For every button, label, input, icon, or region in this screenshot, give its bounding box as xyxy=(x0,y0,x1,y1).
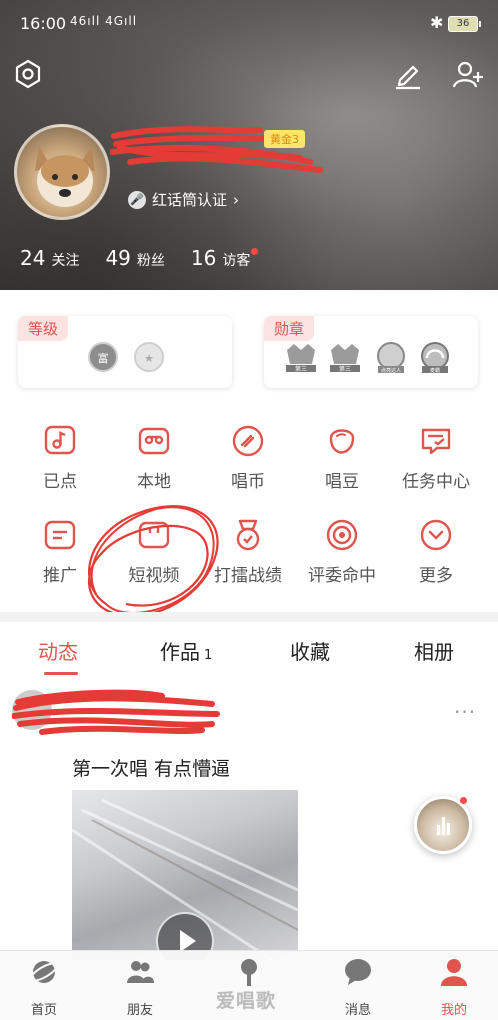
player-dot xyxy=(460,797,467,804)
stat-label: 关注 xyxy=(51,253,80,269)
tab-feed[interactable]: 动态 xyxy=(38,636,78,665)
grid-item-coin[interactable]: 唱币 xyxy=(200,424,296,492)
app-watermark: 爱唱歌 xyxy=(216,990,277,1012)
message-icon xyxy=(345,959,371,985)
medal-card[interactable]: 勋章 第三 第三 点亮达人 麦霸 xyxy=(264,316,478,388)
cassette-icon xyxy=(138,427,170,455)
floating-player-button[interactable] xyxy=(414,796,472,854)
stat-label: 粉丝 xyxy=(136,253,165,269)
nav-item-messages[interactable]: 消息 xyxy=(318,957,398,1018)
more-options-icon[interactable]: ··· xyxy=(454,700,476,724)
nav-item-friends[interactable]: 朋友 xyxy=(100,957,180,1018)
bluetooth-icon: ✱ xyxy=(430,13,444,32)
tab-works[interactable]: 作品 1 xyxy=(160,636,212,665)
nav-item-profile[interactable]: 我的 xyxy=(414,957,494,1018)
medal-text: 第三 xyxy=(295,365,307,373)
section-divider xyxy=(0,612,498,622)
tab-album[interactable]: 相册 xyxy=(414,636,454,665)
active-tab-indicator xyxy=(44,672,78,675)
grid-item-task-center[interactable]: 任务中心 xyxy=(388,424,484,492)
level-card[interactable]: 等级 富 ★ xyxy=(18,316,232,388)
feed-video-thumbnail[interactable] xyxy=(72,790,298,960)
planet-icon xyxy=(29,961,59,983)
stat-following[interactable]: 24 关注 xyxy=(20,246,79,270)
edit-icon[interactable] xyxy=(392,58,424,90)
signal-icon: 46ıll 4Gıll xyxy=(70,14,138,28)
settings-icon[interactable] xyxy=(12,58,44,90)
grid-label: 任务中心 xyxy=(402,472,470,492)
light-medal-icon: 点亮达人 xyxy=(377,342,405,374)
microphone-badge-icon: 🎤 xyxy=(128,190,146,209)
target-icon xyxy=(326,519,358,551)
chevron-down-icon xyxy=(420,519,452,551)
microphone-icon xyxy=(241,959,257,986)
level-tag: 等级 xyxy=(18,316,69,341)
friends-icon xyxy=(127,961,154,983)
profile-stats: 24 关注 49 粉丝 16 访客 xyxy=(20,246,259,270)
profile-icon xyxy=(441,959,467,986)
crown-medal-icon: 第三 xyxy=(330,344,360,373)
status-bar: 16:00 46ıll 4Gıll ✱ 36 xyxy=(0,0,498,48)
nav-label: 首页 xyxy=(30,1003,57,1018)
grid-item-local[interactable]: 本地 xyxy=(106,424,202,492)
coin-icon xyxy=(232,425,264,457)
chevron-right-icon: › xyxy=(233,190,240,209)
dog-photo xyxy=(35,145,95,207)
medal-tag: 勋章 xyxy=(264,316,315,341)
medal-text: 麦霸 xyxy=(430,367,440,374)
wealth-badge-icon: 富 xyxy=(88,342,118,372)
equalizer-icon xyxy=(437,817,451,835)
grid-label: 评委命中 xyxy=(308,566,376,586)
grid-item-judge-hit[interactable]: 评委命中 xyxy=(294,518,390,586)
feed-post-text: 第一次唱 有点懵逼 xyxy=(72,758,231,780)
certification-link[interactable]: 🎤 红话筒认证 › xyxy=(128,189,239,210)
grid-item-played[interactable]: 已点 xyxy=(12,424,108,492)
tab-label: 作品 xyxy=(160,640,200,664)
grid-label: 本地 xyxy=(137,472,171,492)
grid-item-more[interactable]: 更多 xyxy=(388,518,484,586)
stat-number: 49 xyxy=(105,246,131,270)
crown-medal-icon: 第三 xyxy=(286,344,316,373)
medal-icon xyxy=(236,519,260,551)
nav-label: 朋友 xyxy=(126,1003,153,1018)
nav-item-home[interactable]: 首页 xyxy=(4,957,84,1018)
nav-label: 消息 xyxy=(344,1003,371,1018)
add-friend-icon[interactable] xyxy=(452,58,484,90)
tab-count: 1 xyxy=(204,648,213,663)
status-time: 16:00 xyxy=(20,14,67,33)
vip-badge: 黄金3 xyxy=(264,130,305,148)
redacted-feed-user xyxy=(12,689,220,735)
medal-text: 第三 xyxy=(339,365,351,373)
nav-label: 我的 xyxy=(440,1003,467,1018)
bean-icon xyxy=(329,429,355,454)
tab-favorites[interactable]: 收藏 xyxy=(290,636,330,665)
stat-followers[interactable]: 49 粉丝 xyxy=(105,246,164,270)
stat-visitors[interactable]: 16 访客 xyxy=(190,246,259,270)
certification-label: 红话筒认证 xyxy=(152,191,228,209)
nav-item-sing[interactable] xyxy=(209,957,289,987)
grid-label: 唱豆 xyxy=(325,472,359,492)
grid-label: 唱币 xyxy=(231,472,265,492)
music-note-icon xyxy=(44,425,76,455)
grid-label: 已点 xyxy=(43,472,77,492)
stat-number: 16 xyxy=(190,246,217,270)
task-icon xyxy=(421,428,451,455)
medal-text: 点亮达人 xyxy=(381,367,401,374)
stat-number: 24 xyxy=(20,246,46,270)
notification-dot xyxy=(251,248,259,255)
star-badge-icon: ★ xyxy=(134,342,164,372)
grid-item-bean[interactable]: 唱豆 xyxy=(294,424,390,492)
avatar[interactable] xyxy=(14,124,110,220)
grid-label: 更多 xyxy=(419,566,453,586)
profile-header: 16:00 46ıll 4Gıll ✱ 36 黄金3 🎤 红话筒认证 › 24 … xyxy=(0,0,498,290)
stat-label: 访客 xyxy=(222,253,251,269)
battery-icon: 36 xyxy=(448,16,481,32)
headphone-medal-icon: 麦霸 xyxy=(421,342,449,374)
